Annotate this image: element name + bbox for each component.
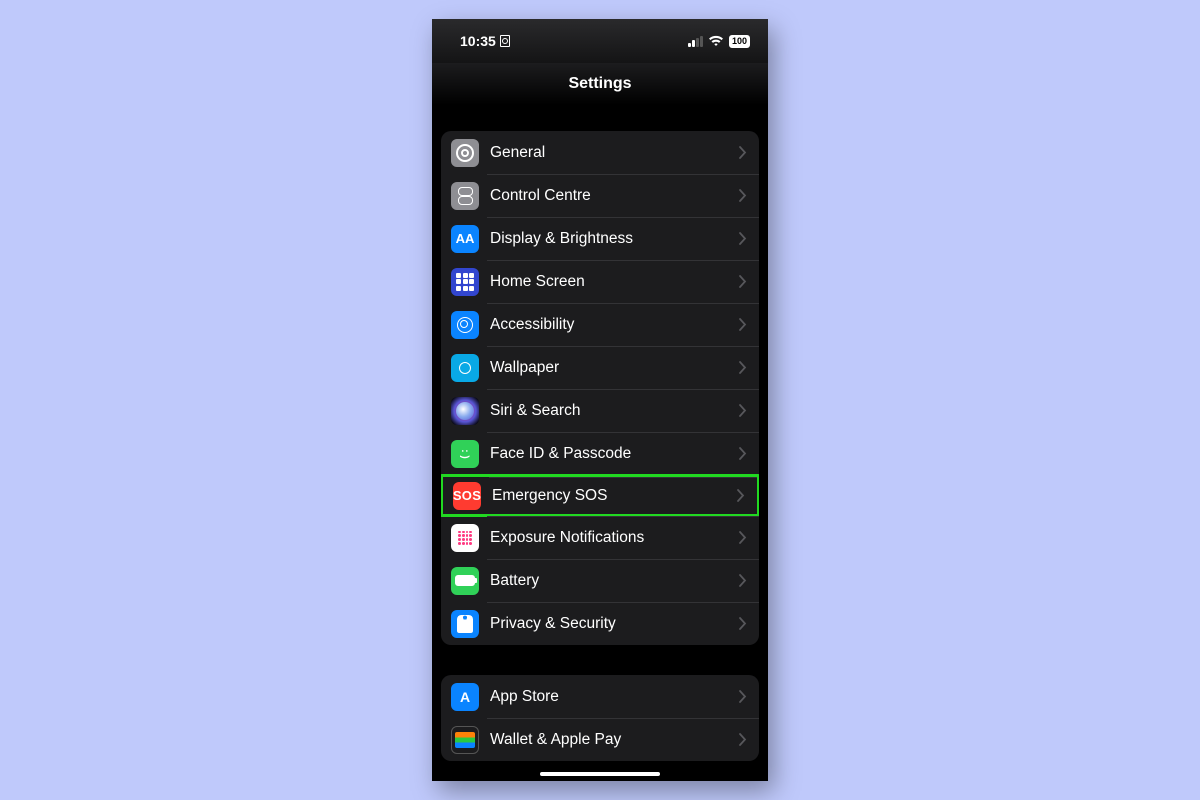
row-label: Battery: [490, 572, 739, 590]
text-size-icon: AA: [451, 225, 479, 253]
chevron-right-icon: [739, 189, 747, 202]
settings-row-display-brightness[interactable]: AA Display & Brightness: [441, 217, 759, 260]
row-label: Exposure Notifications: [490, 529, 739, 547]
settings-row-emergency-sos[interactable]: SOS Emergency SOS: [441, 474, 759, 517]
settings-group-2: App Store Wallet & Apple Pay: [441, 675, 759, 761]
wifi-icon: [708, 35, 724, 47]
page-title: Settings: [568, 75, 631, 93]
cellular-icon: [688, 36, 703, 47]
settings-row-home-screen[interactable]: Home Screen: [441, 260, 759, 303]
status-left: 10:35: [460, 33, 510, 49]
settings-row-siri-search[interactable]: Siri & Search: [441, 389, 759, 432]
row-label: Home Screen: [490, 273, 739, 291]
switches-icon: [451, 182, 479, 210]
battery-icon: [451, 567, 479, 595]
wallet-icon: [451, 726, 479, 754]
chevron-right-icon: [739, 404, 747, 417]
home-indicator[interactable]: [540, 772, 660, 776]
accessibility-icon: [451, 311, 479, 339]
chevron-right-icon: [739, 574, 747, 587]
status-time: 10:35: [460, 33, 496, 49]
flower-icon: [451, 354, 479, 382]
row-label: Emergency SOS: [492, 487, 737, 505]
settings-list[interactable]: General Control Centre AA Display & Brig…: [432, 105, 768, 781]
gear-icon: [451, 139, 479, 167]
chevron-right-icon: [739, 690, 747, 703]
focus-indicator-icon: [500, 35, 510, 47]
row-label: Wallet & Apple Pay: [490, 731, 739, 749]
chevron-right-icon: [739, 146, 747, 159]
row-label: Siri & Search: [490, 402, 739, 420]
row-label: Face ID & Passcode: [490, 445, 739, 463]
settings-row-accessibility[interactable]: Accessibility: [441, 303, 759, 346]
settings-row-exposure-notifications[interactable]: Exposure Notifications: [441, 516, 759, 559]
chevron-right-icon: [739, 531, 747, 544]
grid-icon: [451, 268, 479, 296]
faceid-icon: [451, 440, 479, 468]
chevron-right-icon: [739, 733, 747, 746]
phone-frame: 10:35 100 Settings General: [432, 19, 768, 781]
row-label: Display & Brightness: [490, 230, 739, 248]
nav-bar: Settings: [432, 63, 768, 105]
battery-indicator: 100: [729, 35, 750, 48]
settings-group-1: General Control Centre AA Display & Brig…: [441, 131, 759, 645]
chevron-right-icon: [739, 275, 747, 288]
settings-row-wallet-apple-pay[interactable]: Wallet & Apple Pay: [441, 718, 759, 761]
row-label: Wallpaper: [490, 359, 739, 377]
sos-icon: SOS: [453, 482, 481, 510]
battery-percent: 100: [729, 35, 750, 48]
chevron-right-icon: [739, 318, 747, 331]
chevron-right-icon: [739, 232, 747, 245]
row-label: General: [490, 144, 739, 162]
row-label: Accessibility: [490, 316, 739, 334]
status-bar: 10:35 100: [432, 19, 768, 63]
row-label: App Store: [490, 688, 739, 706]
hand-icon: [451, 610, 479, 638]
row-label: Control Centre: [490, 187, 739, 205]
exposure-icon: [451, 524, 479, 552]
settings-row-control-centre[interactable]: Control Centre: [441, 174, 759, 217]
row-label: Privacy & Security: [490, 615, 739, 633]
siri-icon: [451, 397, 479, 425]
settings-row-app-store[interactable]: App Store: [441, 675, 759, 718]
settings-row-battery[interactable]: Battery: [441, 559, 759, 602]
chevron-right-icon: [739, 361, 747, 374]
status-right: 100: [688, 35, 750, 48]
appstore-icon: [451, 683, 479, 711]
chevron-right-icon: [739, 447, 747, 460]
chevron-right-icon: [737, 489, 745, 502]
chevron-right-icon: [739, 617, 747, 630]
settings-row-general[interactable]: General: [441, 131, 759, 174]
settings-row-privacy-security[interactable]: Privacy & Security: [441, 602, 759, 645]
settings-row-wallpaper[interactable]: Wallpaper: [441, 346, 759, 389]
settings-row-face-id-passcode[interactable]: Face ID & Passcode: [441, 432, 759, 475]
